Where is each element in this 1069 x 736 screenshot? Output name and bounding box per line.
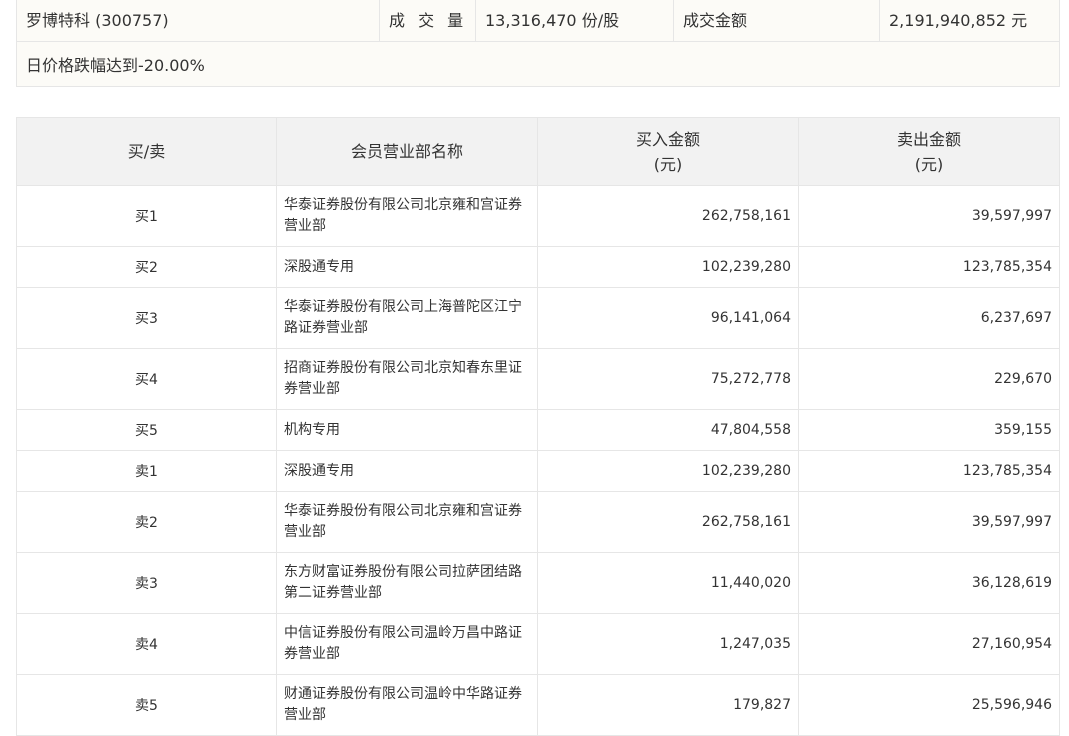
- row-side: 卖3: [16, 552, 277, 614]
- volume-label: 成 交 量: [379, 0, 476, 42]
- row-sell: 25,596,946: [798, 674, 1060, 736]
- volume-value: 13,316,470 份/股: [475, 0, 674, 42]
- row-side: 卖2: [16, 491, 277, 553]
- table-row: 买4 招商证券股份有限公司北京知春东里证券营业部 75,272,778 229,…: [16, 348, 1060, 410]
- row-side: 卖5: [16, 674, 277, 736]
- row-sell: 123,785,354: [798, 450, 1060, 492]
- row-buy: 102,239,280: [537, 450, 799, 492]
- row-side: 买1: [16, 185, 277, 247]
- table-row: 卖1 深股通专用 102,239,280 123,785,354: [16, 450, 1060, 492]
- row-sell: 39,597,997: [798, 491, 1060, 553]
- stock-name: 罗博特科 (300757): [16, 0, 380, 42]
- row-dept: 财通证券股份有限公司温岭中华路证券营业部: [276, 674, 538, 736]
- row-dept: 机构专用: [276, 409, 538, 451]
- table-row: 卖2 华泰证券股份有限公司北京雍和宫证券营业部 262,758,161 39,5…: [16, 491, 1060, 553]
- row-sell: 27,160,954: [798, 613, 1060, 675]
- row-side: 买3: [16, 287, 277, 349]
- row-buy: 11,440,020: [537, 552, 799, 614]
- table-row: 卖4 中信证券股份有限公司温岭万昌中路证券营业部 1,247,035 27,16…: [16, 613, 1060, 675]
- row-sell: 229,670: [798, 348, 1060, 410]
- listing-reason: 日价格跌幅达到-20.00%: [16, 41, 1060, 87]
- table-row: 买2 深股通专用 102,239,280 123,785,354: [16, 246, 1060, 288]
- header-buy-label: 买入金额: [635, 129, 700, 149]
- row-dept: 深股通专用: [276, 246, 538, 288]
- table-row: 买3 华泰证券股份有限公司上海普陀区江宁路证券营业部 96,141,064 6,…: [16, 287, 1060, 349]
- row-dept: 深股通专用: [276, 450, 538, 492]
- reason-row: 日价格跌幅达到-20.00%: [16, 41, 1060, 87]
- row-sell: 36,128,619: [798, 552, 1060, 614]
- amount-value: 2,191,940,852 元: [879, 0, 1060, 42]
- row-buy: 102,239,280: [537, 246, 799, 288]
- row-dept: 华泰证券股份有限公司上海普陀区江宁路证券营业部: [276, 287, 538, 349]
- row-buy: 47,804,558: [537, 409, 799, 451]
- header-sell-unit: (元): [914, 154, 944, 174]
- row-buy: 262,758,161: [537, 491, 799, 553]
- table-header-row: 买/卖 会员营业部名称 买入金额 (元) 卖出金额 (元): [16, 117, 1060, 186]
- row-side: 卖4: [16, 613, 277, 675]
- row-dept: 中信证券股份有限公司温岭万昌中路证券营业部: [276, 613, 538, 675]
- row-dept: 华泰证券股份有限公司北京雍和宫证券营业部: [276, 491, 538, 553]
- row-dept: 东方财富证券股份有限公司拉萨团结路第二证券营业部: [276, 552, 538, 614]
- trading-seats-table: 买/卖 会员营业部名称 买入金额 (元) 卖出金额 (元) 买1 华泰证券股份有…: [16, 117, 1060, 736]
- row-side: 卖1: [16, 450, 277, 492]
- row-buy: 179,827: [537, 674, 799, 736]
- stock-summary-table: 罗博特科 (300757) 成 交 量 13,316,470 份/股 成交金额 …: [16, 0, 1060, 87]
- row-side: 买2: [16, 246, 277, 288]
- table-row: 卖3 东方财富证券股份有限公司拉萨团结路第二证券营业部 11,440,020 3…: [16, 552, 1060, 614]
- row-dept: 招商证券股份有限公司北京知春东里证券营业部: [276, 348, 538, 410]
- row-buy: 1,247,035: [537, 613, 799, 675]
- row-sell: 359,155: [798, 409, 1060, 451]
- header-side: 买/卖: [16, 117, 277, 186]
- row-side: 买4: [16, 348, 277, 410]
- row-sell: 39,597,997: [798, 185, 1060, 247]
- row-sell: 123,785,354: [798, 246, 1060, 288]
- row-buy: 262,758,161: [537, 185, 799, 247]
- table-row: 买5 机构专用 47,804,558 359,155: [16, 409, 1060, 451]
- row-side: 买5: [16, 409, 277, 451]
- header-buy-unit: (元): [653, 154, 683, 174]
- header-buy: 买入金额 (元): [537, 117, 799, 186]
- row-dept: 华泰证券股份有限公司北京雍和宫证券营业部: [276, 185, 538, 247]
- table-row: 买1 华泰证券股份有限公司北京雍和宫证券营业部 262,758,161 39,5…: [16, 185, 1060, 247]
- row-buy: 96,141,064: [537, 287, 799, 349]
- row-buy: 75,272,778: [537, 348, 799, 410]
- header-dept: 会员营业部名称: [276, 117, 538, 186]
- amount-label: 成交金额: [673, 0, 880, 42]
- header-sell-label: 卖出金额: [896, 129, 961, 149]
- header-sell: 卖出金额 (元): [798, 117, 1060, 186]
- table-row: 卖5 财通证券股份有限公司温岭中华路证券营业部 179,827 25,596,9…: [16, 674, 1060, 736]
- row-sell: 6,237,697: [798, 287, 1060, 349]
- summary-row: 罗博特科 (300757) 成 交 量 13,316,470 份/股 成交金额 …: [16, 0, 1060, 42]
